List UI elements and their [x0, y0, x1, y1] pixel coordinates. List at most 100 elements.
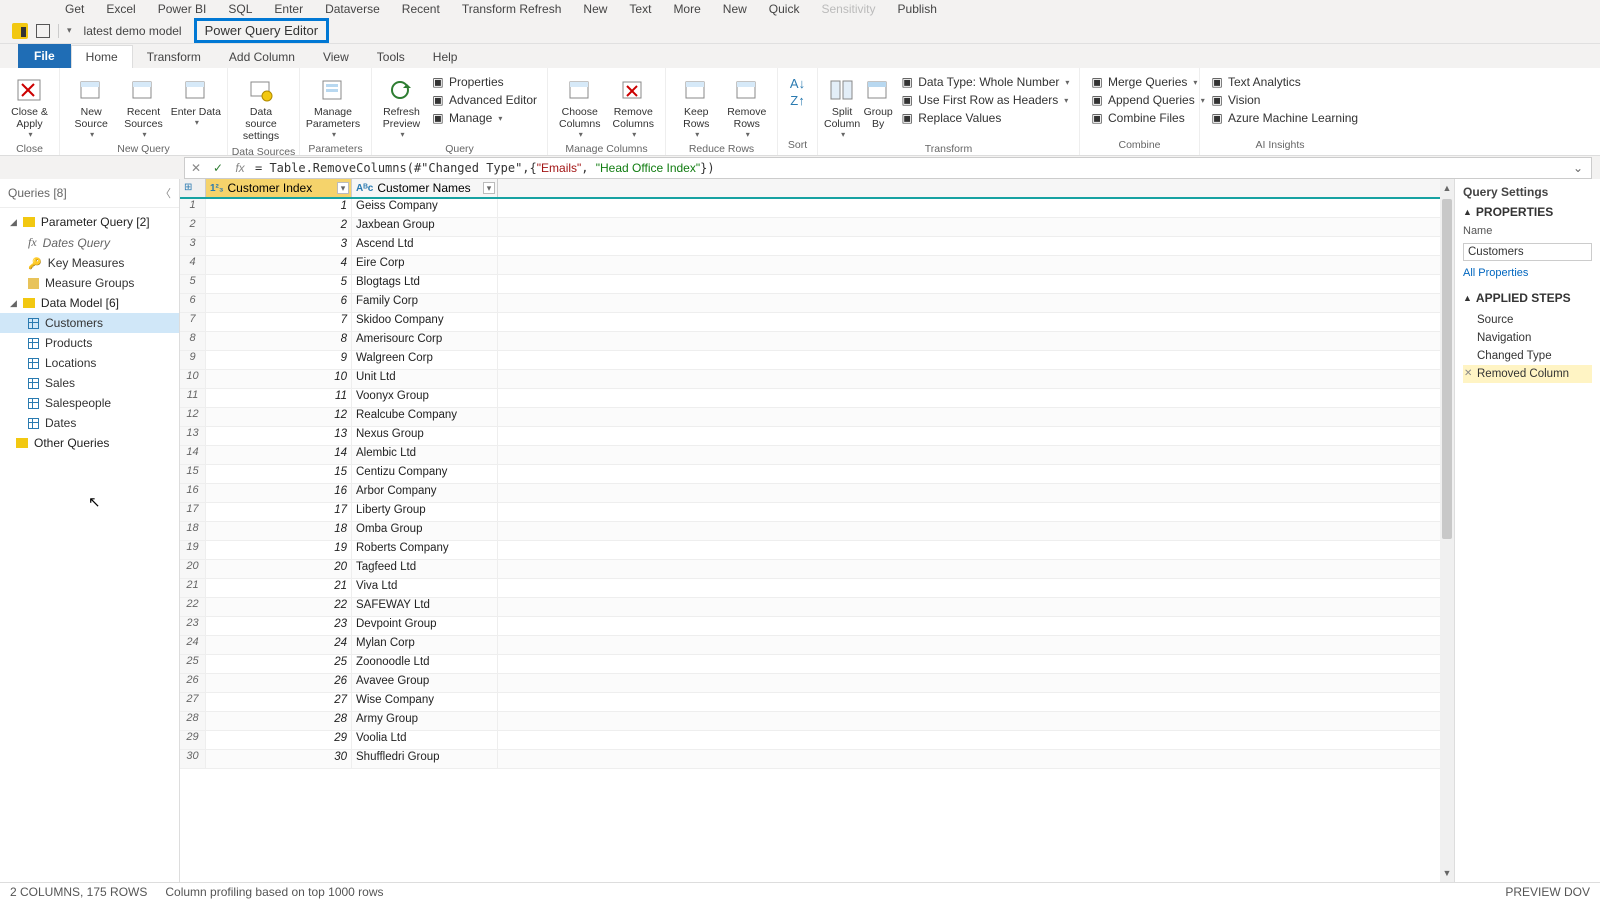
table-row[interactable]: 1010Unit Ltd [180, 370, 1454, 389]
cell-customer-index[interactable]: 30 [206, 750, 352, 768]
cell-customer-index[interactable]: 7 [206, 313, 352, 331]
query-item-dates-query[interactable]: fxDates Query [0, 232, 179, 253]
table-row[interactable]: 2727Wise Company [180, 693, 1454, 712]
query-small-1[interactable]: ▣Advanced Editor [427, 92, 541, 108]
table-row[interactable]: 1111Voonyx Group [180, 389, 1454, 408]
column-header-customer-index[interactable]: 1²₃Customer Index▾ [206, 179, 352, 197]
query-folder[interactable]: Other Queries [0, 433, 179, 453]
data-source-settings-button[interactable]: Data source settings [234, 72, 288, 142]
cell-customer-name[interactable]: Roberts Company [352, 541, 498, 559]
topmenu-item[interactable]: Sensitivity [821, 2, 875, 16]
cell-customer-index[interactable]: 18 [206, 522, 352, 540]
cell-customer-index[interactable]: 13 [206, 427, 352, 445]
new-query-btn-2[interactable]: Enter Data [171, 72, 221, 127]
query-name-input[interactable] [1463, 243, 1592, 261]
combine-small-0[interactable]: ▣Merge Queries [1086, 74, 1209, 90]
transform-small-0[interactable]: ▣Data Type: Whole Number [896, 74, 1073, 90]
cell-customer-name[interactable]: Eire Corp [352, 256, 498, 274]
table-row[interactable]: 1818Omba Group [180, 522, 1454, 541]
topmenu-item[interactable]: Enter [274, 2, 303, 16]
table-row[interactable]: 22Jaxbean Group [180, 218, 1454, 237]
topmenu-item[interactable]: New [583, 2, 607, 16]
cell-customer-name[interactable]: Jaxbean Group [352, 218, 498, 236]
ribbon-tab-file[interactable]: File [18, 44, 71, 68]
cell-customer-index[interactable]: 2 [206, 218, 352, 236]
applied-step[interactable]: Navigation [1463, 329, 1592, 347]
cell-customer-index[interactable]: 25 [206, 655, 352, 673]
cell-customer-index[interactable]: 9 [206, 351, 352, 369]
formula-text[interactable]: = Table.RemoveColumns(#"Changed Type",{"… [255, 161, 1565, 175]
cell-customer-index[interactable]: 20 [206, 560, 352, 578]
cell-customer-name[interactable]: Shuffledri Group [352, 750, 498, 768]
table-row[interactable]: 3030Shuffledri Group [180, 750, 1454, 769]
ribbon-tab-tools[interactable]: Tools [363, 46, 419, 68]
manage-cols-btn-0[interactable]: Choose Columns [554, 72, 606, 139]
cell-customer-name[interactable]: Alembic Ltd [352, 446, 498, 464]
cell-customer-name[interactable]: Geiss Company [352, 199, 498, 217]
applied-step[interactable]: Changed Type [1463, 347, 1592, 365]
cell-customer-index[interactable]: 24 [206, 636, 352, 654]
topmenu-item[interactable]: More [673, 2, 700, 16]
query-folder[interactable]: ◢Data Model [6] [0, 293, 179, 313]
cell-customer-index[interactable]: 17 [206, 503, 352, 521]
combine-small-1[interactable]: ▣Append Queries [1086, 92, 1209, 108]
table-row[interactable]: 1616Arbor Company [180, 484, 1454, 503]
topmenu-item[interactable]: SQL [228, 2, 252, 16]
ribbon-tab-transform[interactable]: Transform [133, 46, 215, 68]
ribbon-tab-home[interactable]: Home [71, 45, 133, 68]
scroll-down-icon[interactable]: ▼ [1442, 868, 1452, 878]
cell-customer-index[interactable]: 21 [206, 579, 352, 597]
ribbon-tab-help[interactable]: Help [419, 46, 472, 68]
cell-customer-index[interactable]: 26 [206, 674, 352, 692]
cell-customer-name[interactable]: Arbor Company [352, 484, 498, 502]
table-row[interactable]: 2626Avavee Group [180, 674, 1454, 693]
group-by-button[interactable]: Group By [862, 72, 894, 130]
properties-section-header[interactable]: ▲PROPERTIES [1463, 205, 1592, 219]
new-query-btn-0[interactable]: New Source [66, 72, 116, 139]
query-item-sales[interactable]: Sales [0, 373, 179, 393]
cell-customer-index[interactable]: 11 [206, 389, 352, 407]
cell-customer-index[interactable]: 4 [206, 256, 352, 274]
cell-customer-index[interactable]: 27 [206, 693, 352, 711]
combine-small-2[interactable]: ▣Combine Files [1086, 110, 1209, 126]
cell-customer-name[interactable]: SAFEWAY Ltd [352, 598, 498, 616]
split-column-button[interactable]: Split Column [824, 72, 860, 139]
query-folder[interactable]: ◢Parameter Query [2] [0, 212, 179, 232]
table-row[interactable]: 44Eire Corp [180, 256, 1454, 275]
cell-customer-index[interactable]: 1 [206, 199, 352, 217]
table-row[interactable]: 1212Realcube Company [180, 408, 1454, 427]
cell-customer-index[interactable]: 22 [206, 598, 352, 616]
topmenu-item[interactable]: Text [629, 2, 651, 16]
table-row[interactable]: 2828Army Group [180, 712, 1454, 731]
cell-customer-name[interactable]: Amerisourc Corp [352, 332, 498, 350]
table-row[interactable]: 2020Tagfeed Ltd [180, 560, 1454, 579]
save-icon[interactable] [36, 24, 50, 38]
cell-customer-index[interactable]: 28 [206, 712, 352, 730]
manage-parameters-button[interactable]: Manage Parameters [306, 72, 360, 139]
refresh-preview-button[interactable]: Refresh Preview [378, 72, 425, 139]
cell-customer-name[interactable]: Wise Company [352, 693, 498, 711]
row-header-corner[interactable]: ⊞ [180, 179, 206, 197]
collapse-queries-icon[interactable]: 〈 [160, 185, 171, 201]
scroll-up-icon[interactable]: ▲ [1442, 183, 1452, 193]
table-row[interactable]: 99Walgreen Corp [180, 351, 1454, 370]
ribbon-tab-add-column[interactable]: Add Column [215, 46, 309, 68]
sort-desc-icon[interactable]: Z↑ [790, 93, 804, 108]
topmenu-item[interactable]: New [723, 2, 747, 16]
table-row[interactable]: 1717Liberty Group [180, 503, 1454, 522]
table-row[interactable]: 2323Devpoint Group [180, 617, 1454, 636]
cell-customer-index[interactable]: 14 [206, 446, 352, 464]
query-item-locations[interactable]: Locations [0, 353, 179, 373]
cell-customer-index[interactable]: 19 [206, 541, 352, 559]
cell-customer-name[interactable]: Realcube Company [352, 408, 498, 426]
cell-customer-index[interactable]: 8 [206, 332, 352, 350]
column-header-customer-names[interactable]: AᴮcCustomer Names▾ [352, 179, 498, 197]
query-item-measure-groups[interactable]: Measure Groups [0, 273, 179, 293]
cell-customer-name[interactable]: Avavee Group [352, 674, 498, 692]
table-row[interactable]: 2222SAFEWAY Ltd [180, 598, 1454, 617]
topmenu-item[interactable]: Excel [106, 2, 135, 16]
table-row[interactable]: 1313Nexus Group [180, 427, 1454, 446]
ribbon-tab-view[interactable]: View [309, 46, 363, 68]
cell-customer-name[interactable]: Tagfeed Ltd [352, 560, 498, 578]
caret-down-icon[interactable]: ▾ [67, 25, 72, 36]
